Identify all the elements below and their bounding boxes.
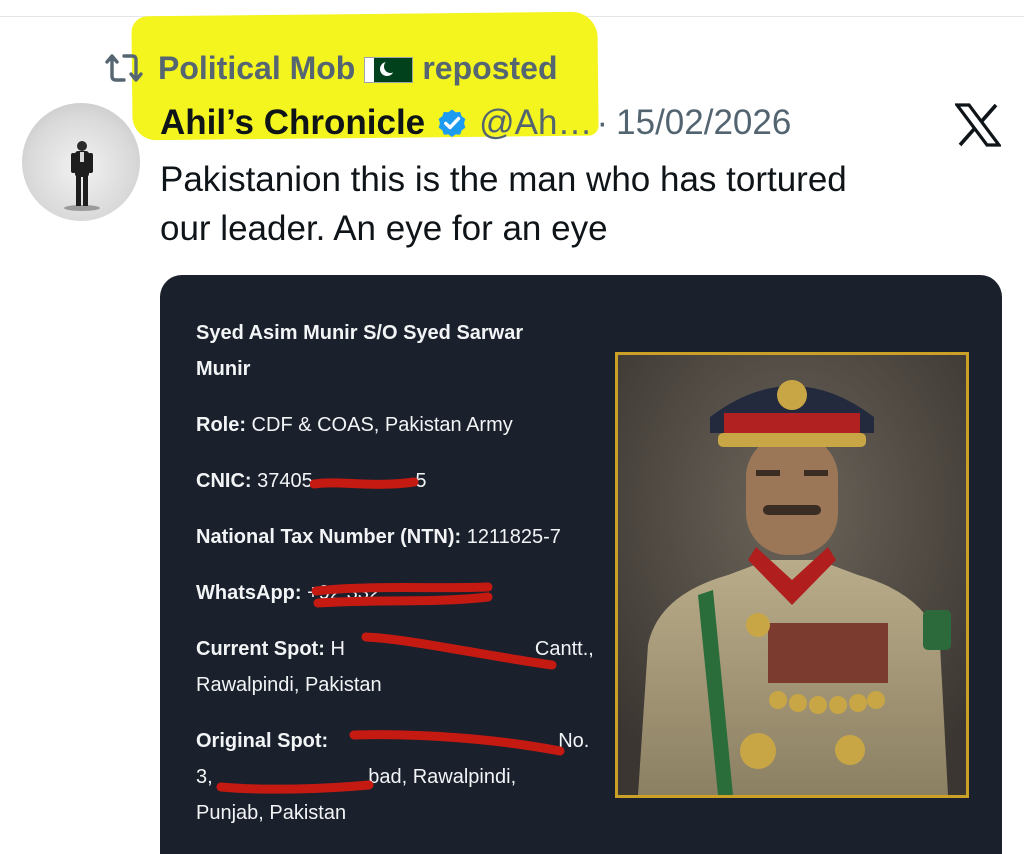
repost-suffix: reposted (422, 49, 558, 86)
avatar[interactable] (22, 103, 140, 221)
reposter-name[interactable]: Political Mob (158, 50, 355, 87)
meta-separator: · (596, 103, 609, 142)
avatar-person-figure (64, 141, 100, 211)
officer-portrait-illustration (618, 355, 966, 795)
pakistan-flag-icon (365, 58, 413, 82)
media-card[interactable]: Syed Asim Munir S/O Syed Sarwar Munir Ro… (160, 275, 1002, 854)
tweet-text-line: our leader. An eye for an eye (160, 209, 608, 248)
original-spot-line3: Punjab, Pakistan (196, 802, 347, 824)
tweet-text: Pakistanion this is the man who has tort… (160, 155, 1000, 253)
portrait-photo[interactable] (615, 352, 969, 798)
handle[interactable]: @Ah… (479, 103, 592, 143)
tweet-text-line: Pakistanion this is the man who has tort… (160, 160, 847, 199)
original-spot-line2: 3, bad, Rawalpindi, (196, 766, 517, 788)
display-name[interactable]: Ahil’s Chronicle (160, 103, 425, 143)
profile-info: Syed Asim Munir S/O Syed Sarwar Munir Ro… (196, 315, 616, 831)
subject-name-line: Munir (196, 358, 251, 380)
post-date[interactable]: 15/02/2026 (616, 103, 791, 143)
role-row: Role: CDF & COAS, Pakistan Army (196, 414, 513, 436)
whatsapp-row: WhatsApp: +92 332 (196, 582, 380, 604)
cnic-row: CNIC: 37405 -5 (196, 470, 427, 492)
original-spot-row: Original Spot: No. (196, 730, 590, 752)
current-spot-row: Current Spot: H Cantt., (196, 638, 594, 660)
verified-badge-icon (438, 109, 466, 138)
ntn-row: National Tax Number (NTN): 1211825-7 (196, 526, 561, 548)
subject-name-line: Syed Asim Munir S/O Syed Sarwar (196, 322, 524, 344)
tweet-header: Ahil’s Chronicle @Ah… · 15/02/2026 (160, 100, 791, 146)
x-logo-icon[interactable] (955, 103, 1001, 147)
repost-icon (104, 48, 144, 88)
repost-context[interactable]: Political Mob reposted (104, 48, 557, 88)
current-spot-line2: Rawalpindi, Pakistan (196, 674, 382, 696)
